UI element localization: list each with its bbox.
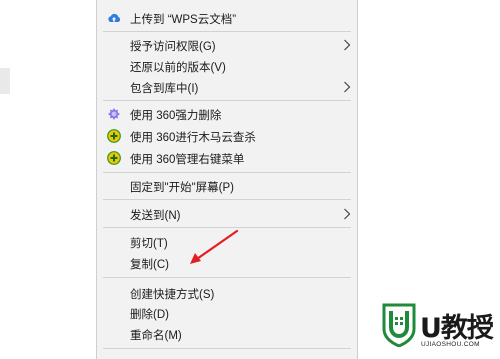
menu-item-label: 删除(D): [130, 309, 169, 321]
menu-item-label: 还原以前的版本(V): [130, 62, 226, 74]
menu-item-360-manage[interactable]: 使用 360管理右键菜单: [97, 147, 357, 169]
watermark-logo: U教授 UJIAOSHOU.COM: [382, 303, 500, 359]
menu-item-label: 上传到 “WPS云文档”: [130, 14, 237, 26]
annotation-arrow-icon: [190, 229, 239, 264]
menu-item-label: 授予访问权限(G): [130, 41, 216, 53]
menu-separator: [103, 172, 351, 173]
menu-item-rename[interactable]: 重命名(M): [97, 323, 357, 345]
menu-item-label: 复制(C): [130, 259, 169, 271]
background-window-strip: [0, 68, 10, 94]
shield-logo-icon: [382, 303, 416, 347]
menu-separator: [103, 277, 351, 278]
menu-item-send-to[interactable]: 发送到(N): [97, 203, 357, 225]
menu-item-label: 发送到(N): [130, 210, 181, 222]
menu-item-restore-versions[interactable]: 还原以前的版本(V): [97, 55, 357, 77]
context-menu: 上传到 “WPS云文档” 授予访问权限(G) 还原以前的版本(V) 包含到库中(…: [96, 0, 358, 359]
menu-separator: [103, 31, 351, 32]
menu-item-include-library[interactable]: 包含到库中(I): [97, 76, 357, 98]
menu-item-label: 剪切(T): [130, 238, 168, 250]
submenu-chevron-icon: [343, 39, 351, 51]
menu-item-label: 使用 360进行木马云查杀: [130, 132, 256, 144]
menu-item-label: 使用 360管理右键菜单: [130, 154, 245, 166]
menu-separator: [103, 100, 351, 101]
360-manage-icon: [107, 151, 121, 165]
menu-item-360-scan[interactable]: 使用 360进行木马云查杀: [97, 125, 357, 147]
menu-item-create-shortcut[interactable]: 创建快捷方式(S): [97, 282, 357, 304]
menu-item-upload-wps[interactable]: 上传到 “WPS云文档”: [97, 7, 357, 29]
submenu-chevron-icon: [343, 81, 351, 93]
menu-item-label: 固定到"开始"屏幕(P): [130, 182, 234, 194]
360-shred-icon: [107, 107, 121, 121]
menu-item-label: 使用 360强力删除: [130, 110, 222, 122]
360-scan-icon: [107, 129, 121, 143]
menu-item-label: 创建快捷方式(S): [130, 289, 215, 301]
menu-item-360-shred[interactable]: 使用 360强力删除: [97, 103, 357, 125]
menu-item-label: 包含到库中(I): [130, 83, 199, 95]
watermark-title: U教授: [420, 313, 494, 344]
menu-item-delete[interactable]: 删除(D): [97, 302, 357, 324]
submenu-chevron-icon: [343, 208, 351, 220]
watermark-subtitle: UJIAOSHOU.COM: [421, 341, 480, 348]
menu-item-grant-access[interactable]: 授予访问权限(G): [97, 34, 357, 56]
menu-item-label: 重命名(M): [130, 330, 182, 342]
menu-separator: [103, 199, 351, 200]
cloud-upload-icon: [107, 11, 121, 25]
menu-item-pin-start[interactable]: 固定到"开始"屏幕(P): [97, 175, 357, 197]
menu-separator: [103, 348, 351, 349]
